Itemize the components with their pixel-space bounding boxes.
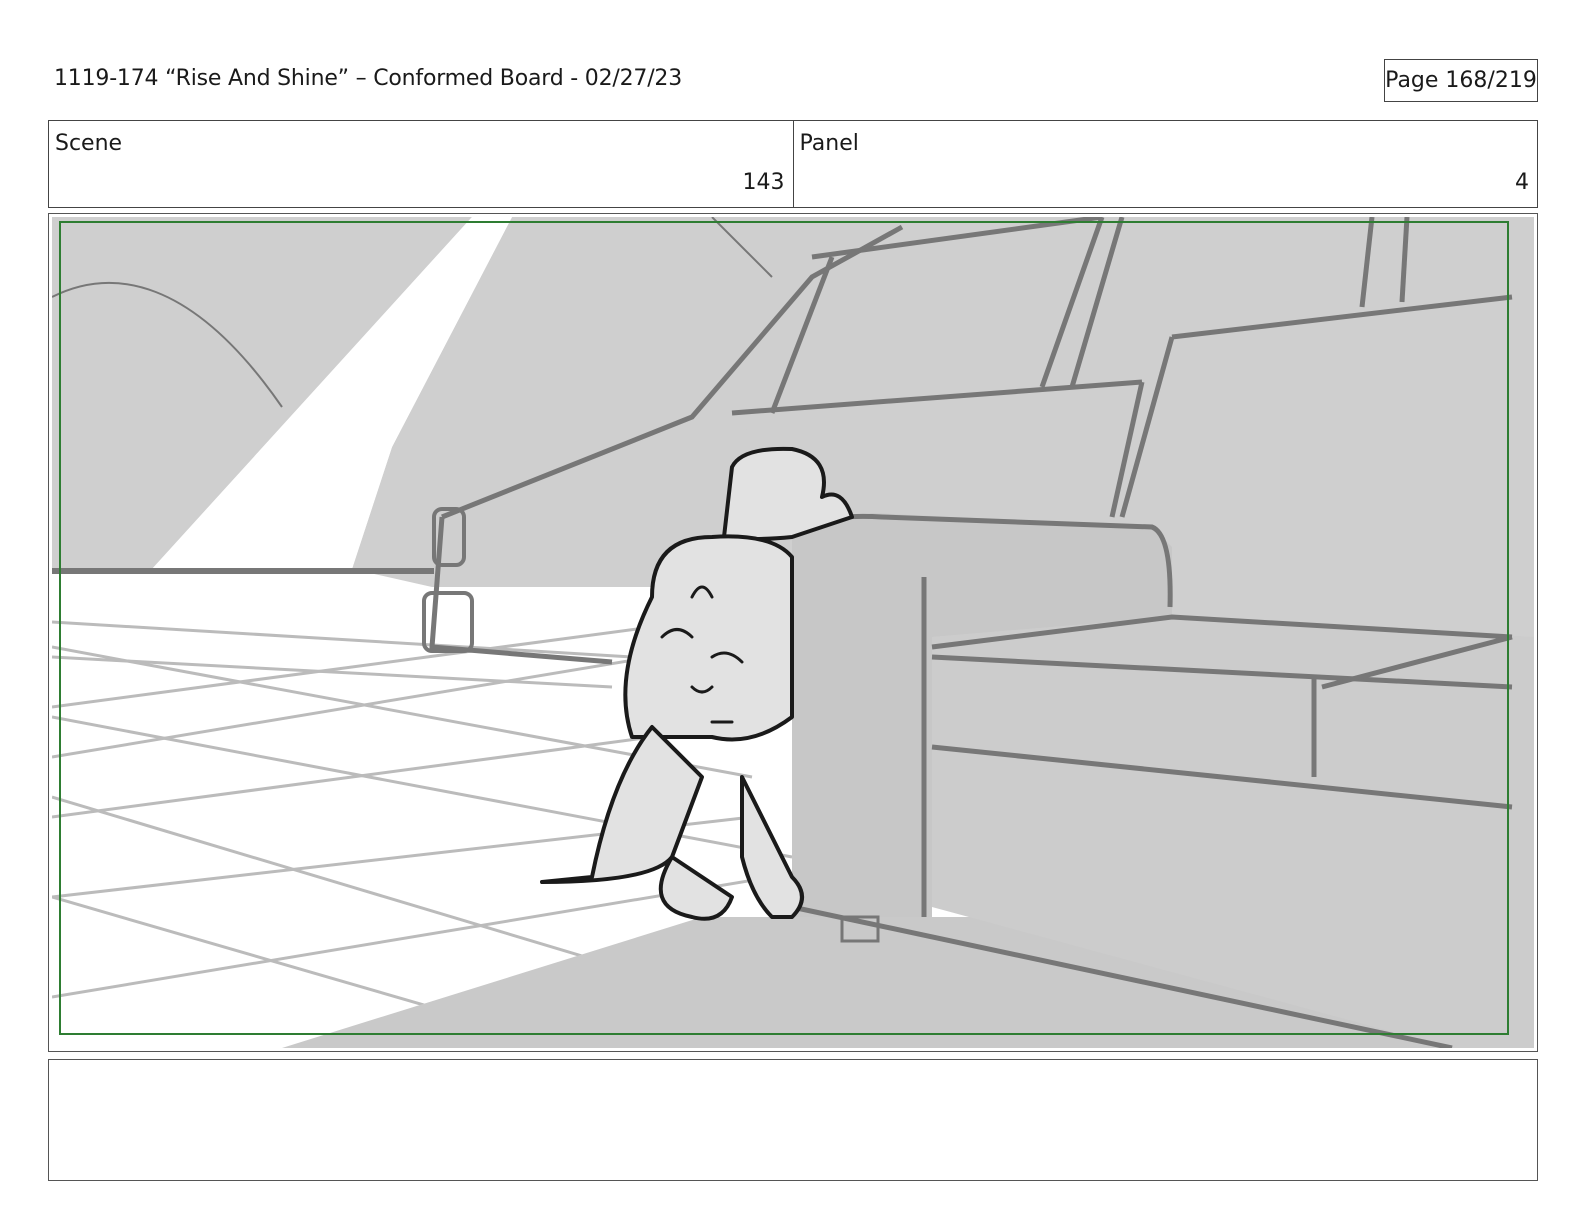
panel-cell: Panel 4	[792, 121, 1538, 207]
panel-label: Panel	[799, 131, 859, 156]
scene-label: Scene	[55, 131, 123, 156]
storyboard-drawing	[52, 217, 1534, 1048]
scene-panel-info: Scene 143 Panel 4	[48, 120, 1538, 208]
scene-cell: Scene 143	[49, 121, 793, 207]
scene-number: 143	[742, 170, 785, 195]
page-number: Page 168/219	[1384, 59, 1538, 102]
board-title: 1119-174 “Rise And Shine” – Conformed Bo…	[54, 66, 682, 91]
storyboard-panel	[48, 213, 1538, 1052]
panel-number: 4	[1515, 170, 1529, 195]
panel-notes	[48, 1059, 1538, 1181]
